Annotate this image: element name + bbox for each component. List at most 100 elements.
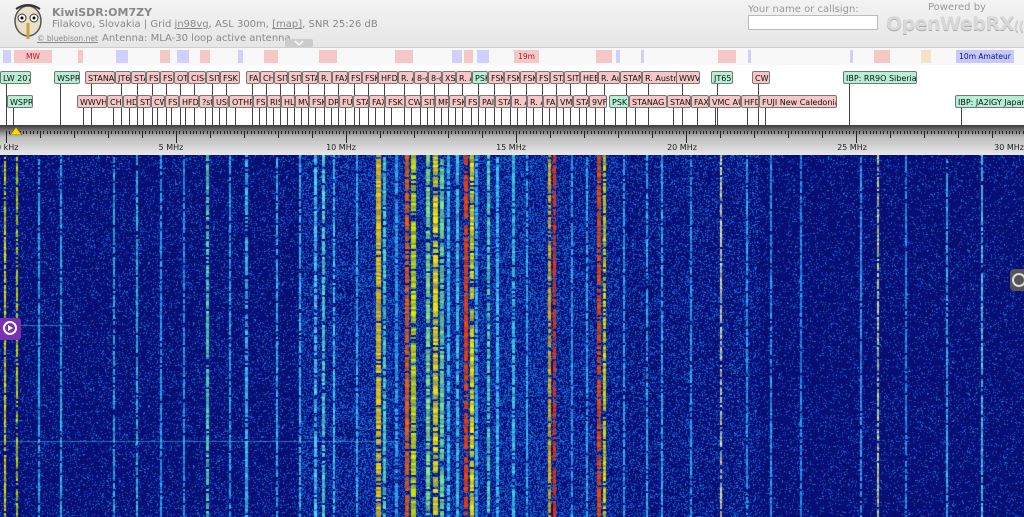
station-label[interactable]: STA — [131, 71, 146, 84]
band-segment[interactable] — [200, 50, 210, 63]
station-label[interactable]: R. A — [318, 71, 332, 84]
station-label[interactable]: FSK — [165, 95, 179, 108]
station-label[interactable]: PAI — [479, 95, 495, 108]
band-segment[interactable] — [177, 50, 189, 63]
station-label[interactable]: FUJI New Caledonia — [759, 95, 837, 108]
station-label[interactable]: FSK — [488, 71, 504, 84]
station-label[interactable]: STAN — [620, 71, 642, 84]
station-label[interactable]: SIT — [288, 71, 302, 84]
station-label[interactable]: DR — [325, 95, 339, 108]
station-label[interactable]: STA — [495, 95, 511, 108]
station-label[interactable]: CHU — [107, 95, 123, 108]
station-label[interactable]: 8-c — [414, 71, 428, 84]
station-label[interactable]: HFDL — [378, 71, 398, 84]
band-segment[interactable] — [264, 50, 278, 63]
station-label[interactable]: PSK — [609, 95, 629, 108]
station-label[interactable]: WSPR — [54, 71, 80, 84]
band-segment[interactable] — [160, 50, 170, 63]
credit-link[interactable]: © bluebison.net — [37, 34, 98, 43]
station-label[interactable]: SIT — [206, 71, 220, 84]
station-label[interactable]: LW 207 — [0, 71, 31, 84]
station-label[interactable]: FSK — [449, 95, 465, 108]
station-label[interactable]: HLI — [281, 95, 295, 108]
station-label[interactable]: VMC AU — [709, 95, 741, 108]
station-label[interactable]: STANA — [85, 71, 115, 84]
station-label[interactable]: FSK — [220, 71, 240, 84]
right-panel-button[interactable] — [1010, 269, 1024, 291]
station-label[interactable]: WWVH — [77, 95, 107, 108]
station-label[interactable]: R. A — [456, 71, 472, 84]
station-label[interactable]: R. A — [398, 71, 414, 84]
station-label[interactable]: FSK — [536, 71, 550, 84]
collapse-header-button[interactable] — [285, 39, 313, 47]
station-label[interactable]: JT65 — [115, 71, 131, 84]
station-label[interactable]: FU — [339, 95, 353, 108]
station-label[interactable]: STA — [353, 95, 369, 108]
station-label[interactable]: FAX — [691, 95, 709, 108]
station-label[interactable]: FAX — [369, 95, 385, 108]
tuning-marker-icon[interactable] — [8, 125, 24, 135]
station-label[interactable]: XSG — [442, 71, 456, 84]
station-label[interactable]: HFD — [741, 95, 759, 108]
band-segment[interactable] — [464, 50, 473, 63]
station-label[interactable]: SIT — [421, 95, 435, 108]
station-label[interactable]: CW — [151, 95, 165, 108]
station-label[interactable]: FSK — [309, 95, 325, 108]
station-label[interactable]: STAN — [667, 95, 691, 108]
band-segment[interactable] — [616, 50, 620, 63]
station-label[interactable]: MP — [435, 95, 449, 108]
grid-link[interactable]: jn98vg — [175, 19, 209, 30]
station-label[interactable]: JT65 — [711, 71, 733, 84]
station-label[interactable]: MV — [295, 95, 309, 108]
band-segment[interactable] — [319, 50, 337, 63]
open-panel-button[interactable] — [0, 318, 21, 340]
openwebrx-brand[interactable]: OpenWebRX((· — [886, 13, 1024, 35]
band-segment[interactable] — [718, 50, 736, 63]
station-label[interactable]: OTH — [174, 71, 188, 84]
band-segment[interactable]: MW — [14, 50, 52, 63]
station-label[interactable]: R. Au — [598, 71, 620, 84]
band-segment[interactable] — [395, 50, 413, 63]
station-label[interactable]: FSK — [465, 95, 479, 108]
station-label[interactable]: CH — [260, 71, 274, 84]
station-label[interactable]: WSPR — [7, 95, 33, 108]
station-label[interactable]: 8-c — [428, 71, 442, 84]
band-strip[interactable]: MW 19m 10m Amateur — [0, 48, 1024, 65]
station-label[interactable]: FSK — [385, 95, 405, 108]
station-label[interactable]: IBP: RR9O Siberia — [843, 71, 917, 84]
station-label[interactable]: PSK — [472, 71, 488, 84]
station-label[interactable]: CW — [752, 71, 770, 84]
station-label[interactable]: STA — [550, 71, 564, 84]
station-label[interactable]: OTHR — [229, 95, 253, 108]
band-segment[interactable]: 19m — [514, 50, 539, 63]
station-label[interactable]: STA — [137, 95, 151, 108]
station-label[interactable]: FSK — [520, 71, 536, 84]
station-label[interactable]: 9VF — [589, 95, 607, 108]
station-label[interactable]: FSK — [253, 95, 267, 108]
waterfall-canvas[interactable] — [0, 155, 1024, 517]
band-segment[interactable] — [874, 50, 890, 63]
band-segment[interactable] — [641, 50, 644, 63]
station-label[interactable]: R. A — [527, 95, 543, 108]
station-label[interactable]: CIS- — [188, 71, 206, 84]
band-segment[interactable] — [116, 50, 128, 63]
station-label[interactable]: STA — [302, 71, 318, 84]
station-label[interactable]: FAX — [543, 95, 557, 108]
station-label[interactable]: STANAG 4 — [629, 95, 667, 108]
station-label[interactable]: HD — [123, 95, 137, 108]
callsign-input[interactable] — [748, 15, 878, 30]
station-label[interactable]: ?st — [199, 95, 213, 108]
band-segment[interactable]: 10m Amateur — [956, 50, 1014, 63]
station-label[interactable]: FAX — [246, 71, 260, 84]
station-label[interactable]: FSK — [362, 71, 378, 84]
station-label[interactable]: USI — [213, 95, 229, 108]
station-label[interactable]: FSK — [146, 71, 160, 84]
station-label[interactable]: STA — [573, 95, 589, 108]
station-label[interactable]: SIT — [564, 71, 580, 84]
station-label[interactable]: HFD — [179, 95, 199, 108]
band-segment[interactable] — [850, 50, 853, 63]
station-label[interactable]: R. Austr — [642, 71, 678, 84]
station-label[interactable]: FSK — [504, 71, 520, 84]
band-segment[interactable] — [452, 50, 462, 63]
station-label[interactable]: FSK — [348, 71, 362, 84]
